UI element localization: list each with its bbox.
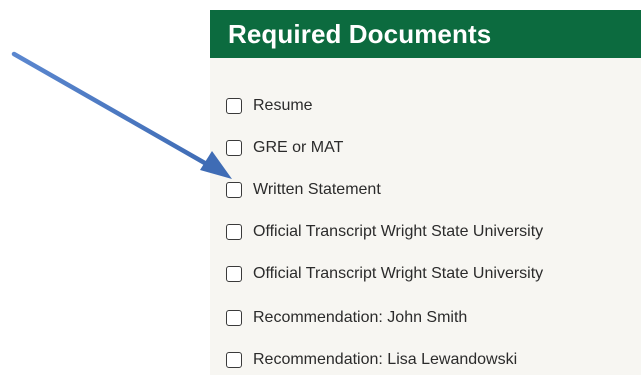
documents-list: Resume GRE or MAT Written Statement Offi… <box>210 10 641 375</box>
resume-checkbox[interactable] <box>226 98 242 114</box>
document-label: Resume <box>253 97 313 114</box>
gre-or-mat-checkbox[interactable] <box>226 140 242 156</box>
document-label: Recommendation: John Smith <box>253 309 468 326</box>
written-statement-checkbox[interactable] <box>226 182 242 198</box>
page: Required Documents Resume GRE or MAT Wri… <box>0 0 641 375</box>
document-item-written-statement: Written Statement <box>226 178 381 202</box>
recommendation-lisa-lewandowski-checkbox[interactable] <box>226 352 242 368</box>
document-label: Official Transcript Wright State Univers… <box>253 265 544 282</box>
recommendation-john-smith-checkbox[interactable] <box>226 310 242 326</box>
document-item-recommendation-john-smith: Recommendation: John Smith <box>226 306 467 330</box>
document-label: Recommendation: Lisa Lewandowski <box>253 351 518 368</box>
document-label: GRE or MAT <box>253 139 344 156</box>
document-item-transcript-2: Official Transcript Wright State Univers… <box>226 262 543 286</box>
document-item-gre-or-mat: GRE or MAT <box>226 136 343 160</box>
document-item-transcript-1: Official Transcript Wright State Univers… <box>226 220 543 244</box>
document-label: Official Transcript Wright State Univers… <box>253 223 544 240</box>
document-label: Written Statement <box>253 181 381 198</box>
transcript-2-checkbox[interactable] <box>226 266 242 282</box>
transcript-1-checkbox[interactable] <box>226 224 242 240</box>
document-item-recommendation-lisa-lewandowski: Recommendation: Lisa Lewandowski <box>226 348 517 372</box>
required-documents-panel: Required Documents Resume GRE or MAT Wri… <box>210 10 641 375</box>
document-item-resume: Resume <box>226 94 313 118</box>
